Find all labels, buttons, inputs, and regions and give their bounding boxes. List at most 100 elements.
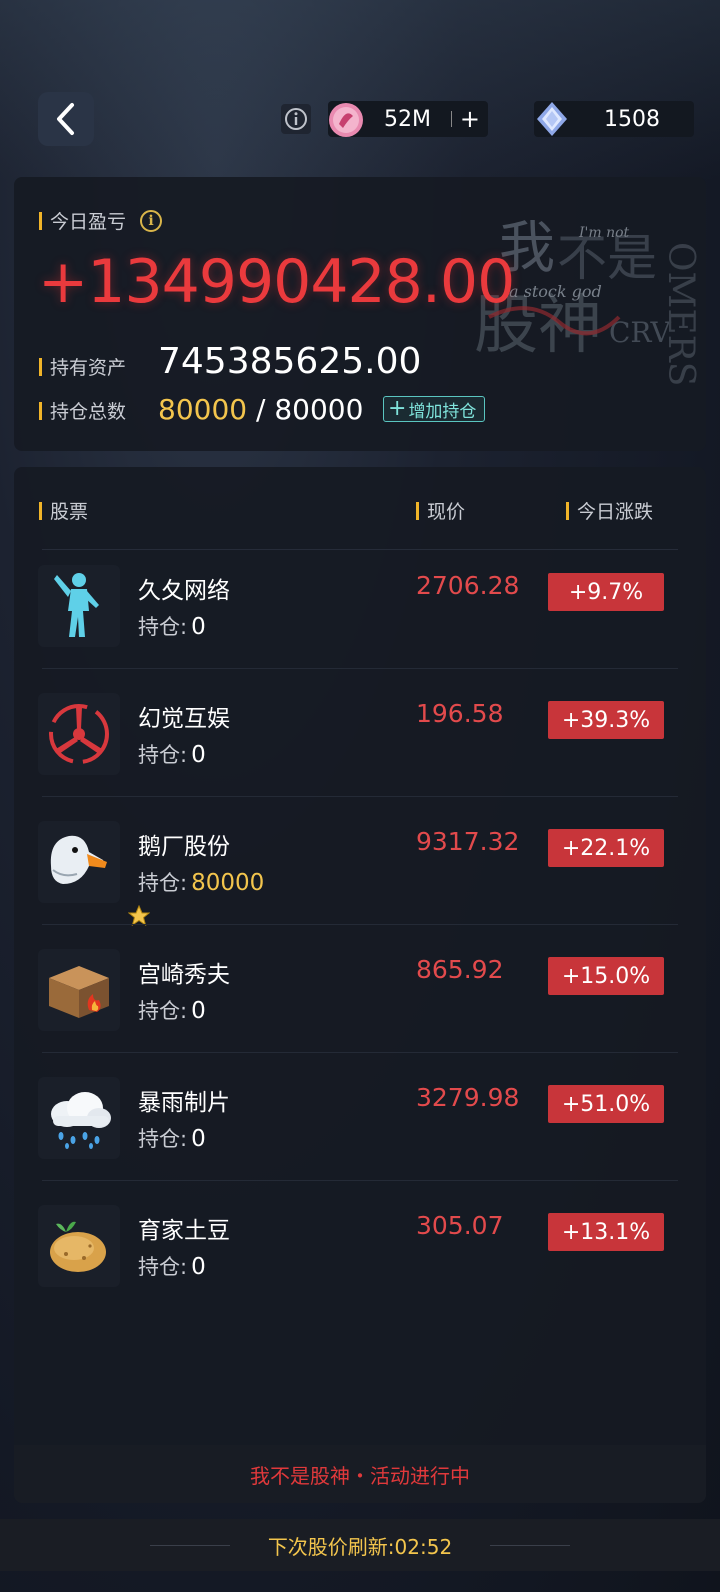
stock-holding: 持仓: 0	[138, 739, 206, 769]
stock-price: 865.92	[416, 955, 504, 984]
stock-row[interactable]: 宫崎秀夫 持仓: 0 865.92 +15.0%	[14, 925, 706, 1053]
label-marker	[39, 357, 42, 376]
column-header-stock-text: 股票	[50, 501, 89, 523]
refresh-countdown: 下次股价刷新:02:52	[267, 1534, 453, 1559]
stock-change-badge: +13.1%	[548, 1213, 664, 1251]
propeller-icon	[49, 704, 109, 764]
stock-holding: 持仓: 0	[138, 995, 206, 1025]
holding-label: 持仓:	[138, 1255, 188, 1279]
stock-row[interactable]: 育家土豆 持仓: 0 305.07 +13.1%	[14, 1181, 706, 1309]
column-header-change-text: 今日涨跌	[577, 501, 654, 523]
stock-list-card: 股票 现价 今日涨跌 久夂网络 持仓: 0 2706.28 +9.7% 幻觉互娱…	[14, 467, 706, 1503]
stock-name: 育家土豆	[138, 1218, 230, 1244]
positions-separator: /	[247, 393, 275, 426]
stock-name: 鹅厂股份	[138, 834, 230, 860]
background-glow	[0, 0, 720, 180]
burning-box-icon	[49, 966, 109, 1018]
coin-amount: 52M	[384, 106, 431, 132]
column-header-price-text: 现价	[427, 501, 466, 523]
stock-row[interactable]: 幻觉互娱 持仓: 0 196.58 +39.3%	[14, 669, 706, 797]
column-header-price: 现价	[416, 497, 465, 524]
today-pnl-label: 今日盈亏 i	[39, 207, 163, 234]
holding-value: 80000	[191, 870, 265, 896]
stock-thumbnail	[38, 821, 150, 927]
today-pnl-value: +134990428.00	[38, 247, 515, 317]
label-marker	[416, 501, 419, 520]
stock-name: 暴雨制片	[138, 1090, 230, 1116]
holding-label: 持仓:	[138, 615, 188, 639]
event-logo: 我 不是 股神 I'm not a stock god CRV OMERS	[474, 216, 701, 386]
column-header-change: 今日涨跌	[566, 497, 653, 524]
add-position-label: 增加持仓	[408, 401, 477, 422]
label-marker	[566, 501, 569, 520]
chevron-left-icon	[57, 103, 74, 135]
column-header-stock: 股票	[39, 497, 88, 524]
holding-value: 0	[191, 742, 206, 768]
stock-price: 9317.32	[416, 827, 520, 856]
coin-balance: 52M +	[328, 101, 488, 137]
divider	[149, 1544, 230, 1546]
stock-price: 2706.28	[416, 571, 520, 600]
assets-value: 745385625.00	[158, 341, 422, 382]
stock-change-badge: +51.0%	[548, 1085, 664, 1123]
stock-name: 宫崎秀夫	[138, 962, 230, 988]
svg-text:OMERS: OMERS	[660, 242, 701, 386]
stock-row[interactable]: 久夂网络 持仓: 0 2706.28 +9.7%	[14, 541, 706, 669]
info-button[interactable]	[281, 104, 311, 134]
stock-thumbnail	[38, 565, 120, 647]
rain-cloud-icon	[51, 1092, 111, 1149]
assets-label: 持有资产	[39, 353, 126, 380]
positions-label-text: 持仓总数	[50, 401, 127, 423]
divider	[490, 1544, 571, 1546]
positions-current: 80000	[158, 393, 248, 426]
label-marker	[39, 211, 42, 230]
label-marker	[39, 401, 42, 420]
svg-text:a stock god: a stock god	[509, 282, 602, 301]
divider	[451, 111, 452, 127]
add-position-button[interactable]: + 增加持仓	[383, 396, 486, 422]
holding-value: 0	[191, 1254, 206, 1280]
holding-label: 持仓:	[138, 1127, 188, 1151]
holding-label: 持仓:	[138, 871, 188, 895]
potato-icon	[50, 1221, 106, 1272]
today-pnl-label-text: 今日盈亏	[50, 211, 127, 233]
holding-label: 持仓:	[138, 743, 188, 767]
diamond-icon	[537, 102, 567, 136]
stock-change-badge: +9.7%	[548, 573, 664, 611]
assets-label-text: 持有资产	[50, 357, 127, 379]
label-marker	[39, 501, 42, 520]
stock-row[interactable]: 暴雨制片 持仓: 0 3279.98 +51.0%	[14, 1053, 706, 1181]
svg-text:I'm not: I'm not	[578, 225, 630, 241]
stock-holding: 持仓: 80000	[138, 867, 264, 897]
stock-name: 久夂网络	[138, 578, 230, 604]
stock-price: 196.58	[416, 699, 504, 728]
stock-change-badge: +39.3%	[548, 701, 664, 739]
gem-balance: 1508	[534, 101, 694, 137]
stock-price: 3279.98	[416, 1083, 520, 1112]
stock-thumbnail	[38, 1077, 120, 1159]
holding-value: 0	[191, 614, 206, 640]
stock-thumbnail	[38, 1205, 120, 1287]
info-icon	[285, 108, 307, 130]
portfolio-summary-card: 我 不是 股神 I'm not a stock god CRV OMERS 今日…	[14, 177, 706, 451]
stock-price: 305.07	[416, 1211, 504, 1240]
coin-icon	[329, 103, 363, 137]
positions-value: 80000 / 80000	[158, 393, 363, 426]
goose-icon	[50, 835, 107, 884]
holding-value: 0	[191, 998, 206, 1024]
positions-max: 80000	[274, 393, 364, 426]
gem-amount: 1508	[604, 106, 660, 132]
stock-name: 幻觉互娱	[138, 706, 230, 732]
info-icon[interactable]: i	[140, 209, 163, 232]
dancer-icon	[54, 573, 99, 637]
back-button[interactable]	[38, 92, 94, 146]
stock-thumbnail	[38, 693, 120, 775]
stock-row[interactable]: 鹅厂股份 持仓: 80000 9317.32 +22.1%	[14, 797, 706, 927]
holding-value: 0	[191, 1126, 206, 1152]
stock-change-badge: +22.1%	[548, 829, 664, 867]
stock-holding: 持仓: 0	[138, 611, 206, 641]
positions-label: 持仓总数	[39, 397, 126, 424]
stock-change-badge: +15.0%	[548, 957, 664, 995]
holding-label: 持仓:	[138, 999, 188, 1023]
add-coin-button[interactable]: +	[460, 107, 480, 131]
